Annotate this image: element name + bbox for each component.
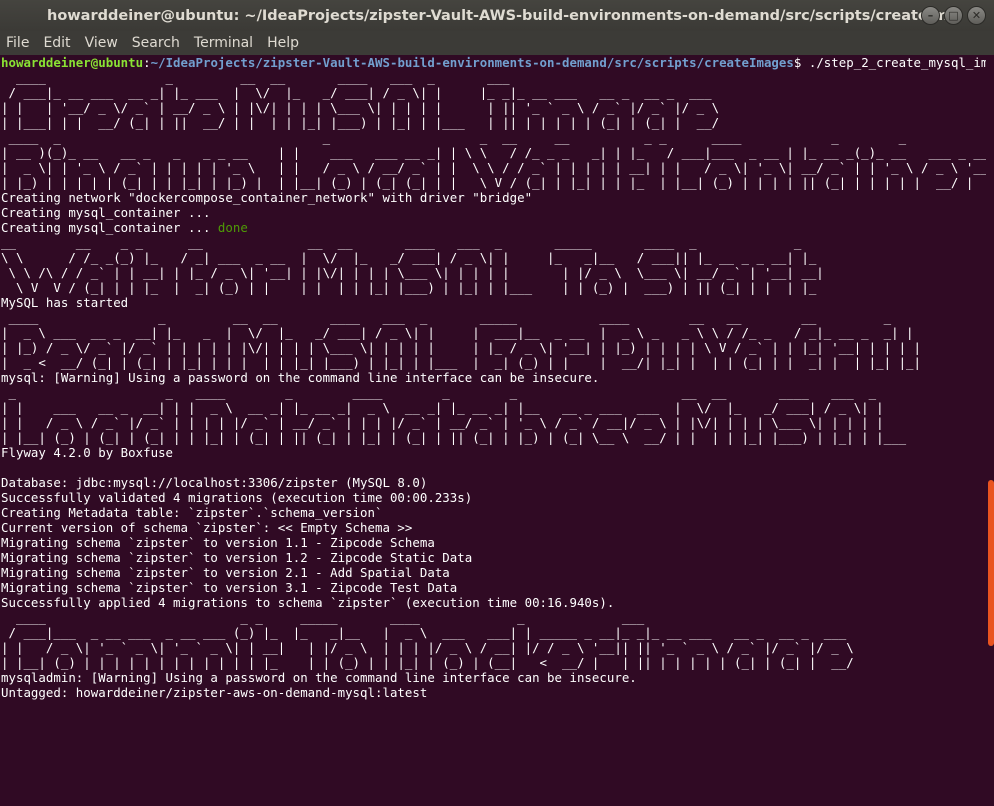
output-line: Successfully applied 4 migrations to sch…: [1, 595, 615, 610]
menu-help[interactable]: Help: [267, 35, 299, 51]
output-line: Migrating schema `zipster` to version 1.…: [1, 535, 435, 550]
output-line: mysql: [Warning] Using a password on the…: [1, 370, 600, 385]
output-line: Successfully validated 4 migrations (exe…: [1, 490, 473, 505]
close-button[interactable]: ✕: [967, 6, 986, 25]
prompt-suffix: $: [793, 55, 809, 70]
maximize-button[interactable]: □: [944, 6, 963, 25]
ascii-banner-wait-for-mysql-to-start: __ __ _ _ __ __ __ ____ ___ _ _____ ____…: [1, 235, 824, 295]
output-line: Creating mysql_container ...: [1, 205, 211, 220]
output-line: Creating Metadata table: `zipster`.`sche…: [1, 505, 383, 520]
output-line: MySQL has started: [1, 295, 129, 310]
output-line: Creating mysql_container ... done: [1, 220, 986, 235]
output-line: Migrating schema `zipster` to version 1.…: [1, 550, 473, 565]
output-line: Flyway 4.2.0 by Boxfuse: [1, 445, 174, 460]
prompt-user-host: howarddeiner@ubuntu: [1, 55, 144, 70]
prompt-line: howarddeiner@ubuntu:~/IdeaProjects/zipst…: [1, 55, 986, 70]
ascii-banner-create-mysql-image: ____ _ __ __ ____ ___ _ ___ / ___|_ __ _…: [1, 70, 720, 130]
scrollbar-thumb[interactable]: [988, 480, 994, 646]
window-title: howarddeiner@ubuntu: ~/IdeaProjects/zips…: [47, 7, 947, 24]
menu-view[interactable]: View: [85, 35, 118, 51]
menu-search[interactable]: Search: [132, 35, 180, 51]
menu-edit[interactable]: Edit: [43, 35, 70, 51]
prompt-command: ./step_2_create_mysql_image.sh: [808, 55, 986, 70]
output-line: mysqladmin: [Warning] Using a password o…: [1, 670, 637, 685]
output-text: Creating mysql_container ...: [1, 220, 218, 235]
terminal-output[interactable]: howarddeiner@ubuntu:~/IdeaProjects/zipst…: [1, 55, 986, 806]
ascii-banner-load-database-mysql: _ _ ____ _ ____ _ _ __ __ ____ ___ _ | |…: [1, 385, 907, 445]
ascii-banner-ready-mysql-for-flyway: ____ _ __ __ ____ ___ _ _____ ____ __ __…: [1, 310, 922, 370]
output-line: Current version of schema `zipster`: << …: [1, 520, 413, 535]
title-bar[interactable]: howarddeiner@ubuntu: ~/IdeaProjects/zips…: [0, 0, 994, 31]
output-line: Creating network "dockercompose_containe…: [1, 190, 533, 205]
menu-terminal[interactable]: Terminal: [194, 35, 253, 51]
menu-file[interactable]: File: [6, 35, 29, 51]
menu-bar: File Edit View Search Terminal Help: [0, 31, 994, 55]
output-line: Migrating schema `zipster` to version 2.…: [1, 565, 450, 580]
output-line: Untagged: howarddeiner/zipster-aws-on-de…: [1, 685, 428, 700]
window-controls: – □ ✕: [921, 6, 986, 25]
ascii-banner-commit-to-docker-image: ____ _ _ _____ ____ _ ___ / ___|___ _ __…: [1, 610, 854, 670]
prompt-path: ~/IdeaProjects/zipster-Vault-AWS-build-e…: [150, 55, 794, 70]
output-line: Migrating schema `zipster` to version 3.…: [1, 580, 458, 595]
minimize-button[interactable]: –: [921, 6, 940, 25]
ascii-banner-bring-up-local-vault-container: ____ _ _ _ __ __ _ _ ____ _ _ | __ )(_)_…: [1, 130, 986, 190]
terminal-window: howarddeiner@ubuntu: ~/IdeaProjects/zips…: [0, 0, 994, 806]
status-done: done: [217, 220, 248, 235]
output-line: Database: jdbc:mysql://localhost:3306/zi…: [1, 475, 428, 490]
